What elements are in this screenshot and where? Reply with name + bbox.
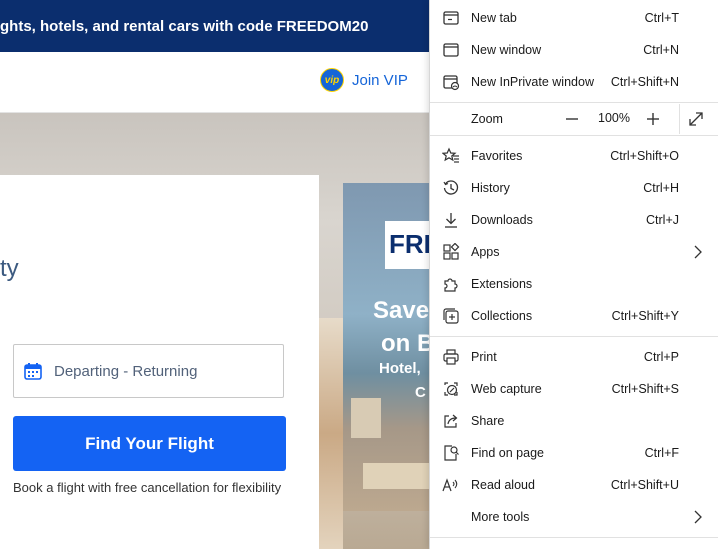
new-tab-icon	[443, 11, 459, 25]
menu-label: More tools	[471, 510, 530, 524]
beach-umbrella	[363, 463, 433, 489]
zoom-out-icon[interactable]	[561, 109, 583, 129]
menu-item-extensions[interactable]: Extensions	[430, 268, 718, 300]
promo-on-text: on B	[381, 330, 435, 357]
print-icon	[443, 349, 459, 365]
promo-c-text: C	[415, 384, 426, 401]
menu-label: Apps	[471, 245, 500, 259]
menu-item-collections[interactable]: Collections Ctrl+Shift+Y	[430, 300, 718, 332]
promo-banner-text: ghts, hotels, and rental cars with code …	[0, 18, 369, 35]
menu-label: New window	[471, 43, 542, 57]
fullscreen-icon[interactable]	[687, 110, 705, 128]
menu-item-print[interactable]: Print Ctrl+P	[430, 341, 718, 373]
menu-item-downloads[interactable]: Downloads Ctrl+J	[430, 204, 718, 236]
apps-icon	[443, 243, 460, 260]
menu-label: Print	[471, 350, 497, 364]
menu-shortcut: Ctrl+Shift+U	[610, 478, 679, 492]
menu-label: Collections	[471, 309, 533, 323]
promo-hotel-text: Hotel,	[379, 360, 421, 377]
menu-item-web-capture[interactable]: Web capture Ctrl+Shift+S	[430, 373, 718, 405]
menu-separator	[430, 537, 718, 538]
vip-badge-icon: vip	[320, 68, 344, 92]
menu-separator	[430, 102, 718, 103]
menu-shortcut: Ctrl+F	[644, 446, 679, 460]
menu-item-favorites[interactable]: Favorites Ctrl+Shift+O	[430, 140, 718, 172]
menu-item-more-tools[interactable]: More tools	[430, 501, 718, 533]
menu-item-find-on-page[interactable]: Find on page Ctrl+F	[430, 437, 718, 469]
menu-shortcut: Ctrl+Shift+S	[611, 382, 679, 396]
history-icon	[443, 180, 459, 195]
menu-label: New InPrivate window	[471, 75, 594, 89]
beach-chair	[351, 398, 381, 438]
favorites-icon	[442, 147, 459, 163]
beach-photo-strip	[319, 318, 343, 549]
menu-label: Favorites	[471, 149, 523, 163]
date-range-label: Departing - Returning	[54, 362, 198, 380]
menu-shortcut: Ctrl+N	[643, 43, 679, 57]
menu-shortcut: Ctrl+J	[646, 213, 679, 227]
promo-save-text: Save	[373, 297, 430, 324]
new-window-icon	[443, 43, 459, 57]
join-vip-label: Join VIP	[352, 71, 408, 89]
extensions-icon	[444, 278, 458, 292]
menu-item-apps[interactable]: Apps	[430, 236, 718, 268]
menu-label: Share	[471, 414, 505, 428]
menu-shortcut: Ctrl+Shift+Y	[611, 309, 679, 323]
menu-separator	[430, 135, 718, 136]
date-range-field[interactable]: Departing - Returning	[13, 344, 284, 398]
chevron-right-icon	[694, 510, 702, 524]
menu-item-history[interactable]: History Ctrl+H	[430, 172, 718, 204]
menu-label: New tab	[471, 11, 517, 25]
search-heading-partial: ty	[0, 255, 19, 282]
menu-item-new-tab[interactable]: New tab Ctrl+T	[430, 2, 718, 34]
zoom-divider	[679, 104, 680, 134]
join-vip-link[interactable]: vip Join VIP	[320, 68, 408, 92]
collections-icon	[443, 308, 459, 324]
menu-label: History	[471, 181, 510, 195]
menu-shortcut: Ctrl+P	[643, 350, 679, 364]
menu-item-read-aloud[interactable]: Read aloud Ctrl+Shift+U	[430, 469, 718, 501]
calendar-icon	[24, 363, 42, 380]
menu-item-share[interactable]: Share	[430, 405, 718, 437]
menu-item-zoom: Zoom 100%	[430, 104, 718, 134]
menu-label: Extensions	[471, 277, 533, 291]
find-flight-button[interactable]: Find Your Flight	[13, 416, 286, 471]
read-aloud-icon	[442, 478, 458, 492]
zoom-in-icon[interactable]	[642, 109, 664, 129]
menu-shortcut: Ctrl+Shift+O	[610, 149, 679, 163]
download-icon	[445, 213, 457, 228]
menu-label: Web capture	[471, 382, 542, 396]
inprivate-window-icon	[443, 75, 460, 91]
zoom-label: Zoom	[471, 112, 503, 126]
menu-separator	[430, 336, 718, 337]
cancellation-note: Book a flight with free cancellation for…	[13, 480, 282, 495]
chevron-right-icon	[694, 245, 702, 259]
web-capture-icon	[444, 382, 458, 396]
zoom-level: 100%	[598, 111, 630, 125]
share-icon	[444, 414, 458, 428]
menu-item-new-window[interactable]: New window Ctrl+N	[430, 34, 718, 66]
menu-shortcut: Ctrl+Shift+N	[610, 75, 679, 89]
menu-label: Read aloud	[471, 478, 535, 492]
menu-shortcut: Ctrl+H	[643, 181, 679, 195]
find-on-page-icon	[444, 445, 459, 461]
browser-settings-menu: New tab Ctrl+T New window Ctrl+N New InP…	[429, 0, 718, 549]
menu-label: Find on page	[471, 446, 544, 460]
menu-item-new-inprivate[interactable]: New InPrivate window Ctrl+Shift+N	[430, 66, 718, 98]
menu-label: Downloads	[471, 213, 533, 227]
menu-shortcut: Ctrl+T	[644, 11, 679, 25]
